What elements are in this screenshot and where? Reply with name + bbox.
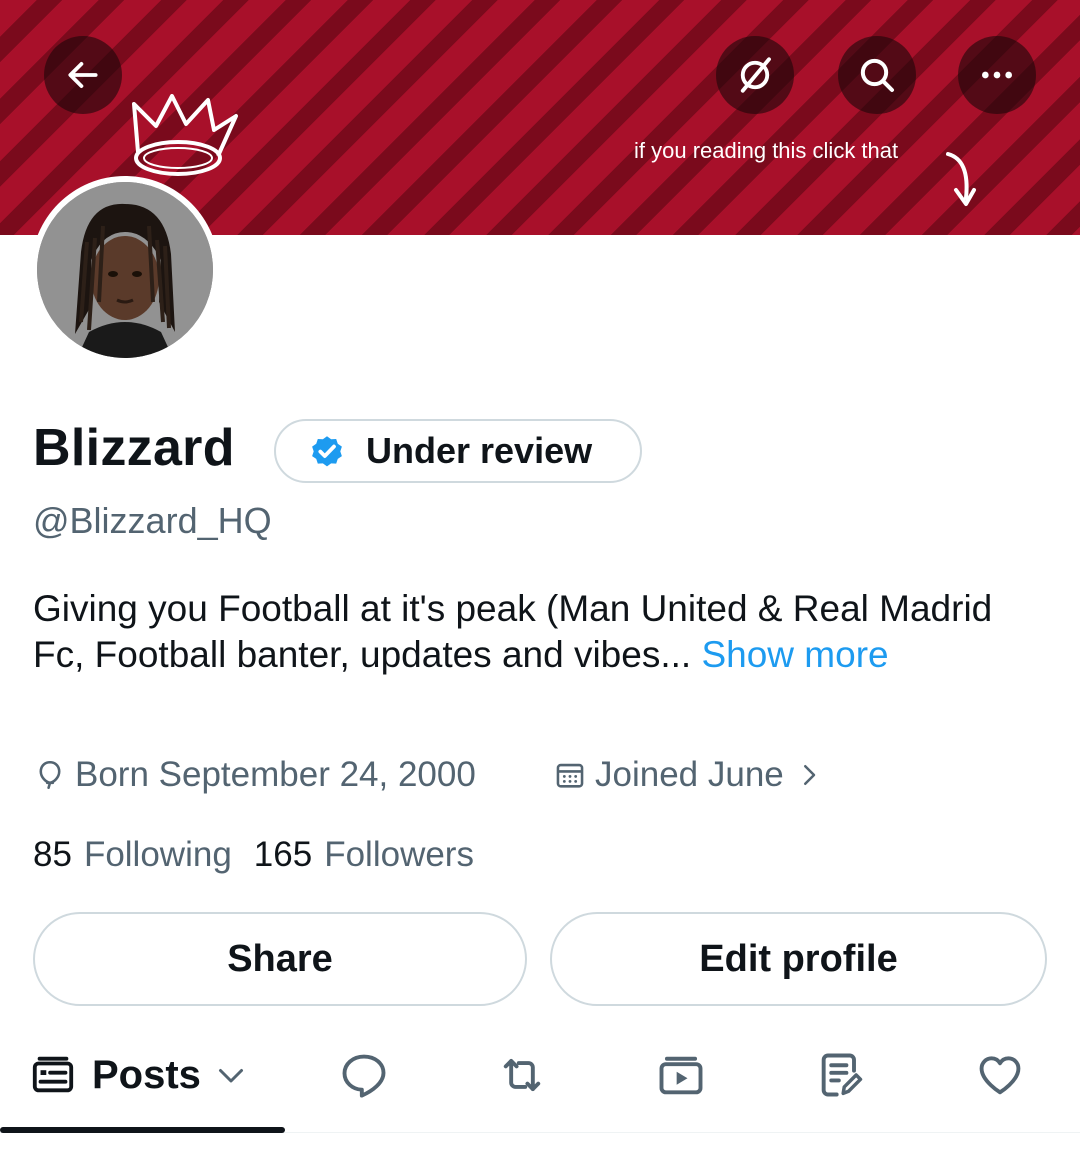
followers-count: 165 [253,835,313,874]
join-date[interactable]: Joined June [553,755,832,795]
video-icon [659,1056,703,1095]
article-edit-icon [821,1053,863,1097]
arrow-left-icon [68,62,98,88]
grok-slash-icon [740,57,771,93]
tab-articles[interactable] [815,1045,867,1105]
calendar-icon [556,763,584,788]
active-tab-indicator [0,1127,285,1133]
curved-arrow-icon [946,152,976,206]
followers-label: Followers [324,835,474,874]
more-horizontal-icon [982,71,1012,79]
birthdate: Born September 24, 2000 [33,755,476,795]
search-button[interactable] [838,36,916,114]
profile-handle: @Blizzard_HQ [33,500,272,541]
grok-button[interactable] [716,36,794,114]
avatar[interactable] [31,176,219,364]
share-button[interactable]: Share [33,912,527,1006]
repost-icon [503,1058,541,1092]
tab-posts[interactable]: Posts [30,1045,249,1105]
badge-label: Under review [366,430,593,471]
birthdate-text: Born September 24, 2000 [75,755,476,794]
chevron-right-icon [803,765,816,785]
avatar-photo [37,182,213,358]
tab-posts-label: Posts [92,1052,201,1097]
followers-link[interactable]: 165 Followers [254,835,474,875]
edit-profile-button[interactable]: Edit profile [550,912,1047,1006]
tab-likes[interactable] [974,1045,1026,1105]
verification-status-badge[interactable]: Under review [274,419,642,483]
back-button[interactable] [44,36,122,114]
show-more-link[interactable]: Show more [701,634,888,675]
following-link[interactable]: 85 Following [33,835,232,875]
profile-name: Blizzard [33,419,235,477]
balloon-icon [39,760,61,790]
banner-note: if you reading this click that [634,138,899,163]
chevron-down-icon [218,1069,243,1083]
tab-reposts[interactable] [496,1045,548,1105]
verified-check-icon [308,432,346,470]
following-label: Following [83,835,232,874]
following-count: 85 [33,835,72,874]
more-button[interactable] [958,36,1036,114]
search-icon [860,58,894,92]
tab-videos[interactable] [655,1045,707,1105]
tab-replies[interactable] [338,1045,390,1105]
posts-icon [32,1056,74,1093]
speech-bubble-icon [342,1054,386,1098]
heart-icon [979,1056,1021,1095]
follow-counts: 85 Following 165 Followers [33,835,474,875]
join-date-text: Joined June [595,755,784,794]
crown-doodle [132,94,238,176]
profile-bio: Giving you Football at it's peak (Man Un… [33,586,1033,678]
